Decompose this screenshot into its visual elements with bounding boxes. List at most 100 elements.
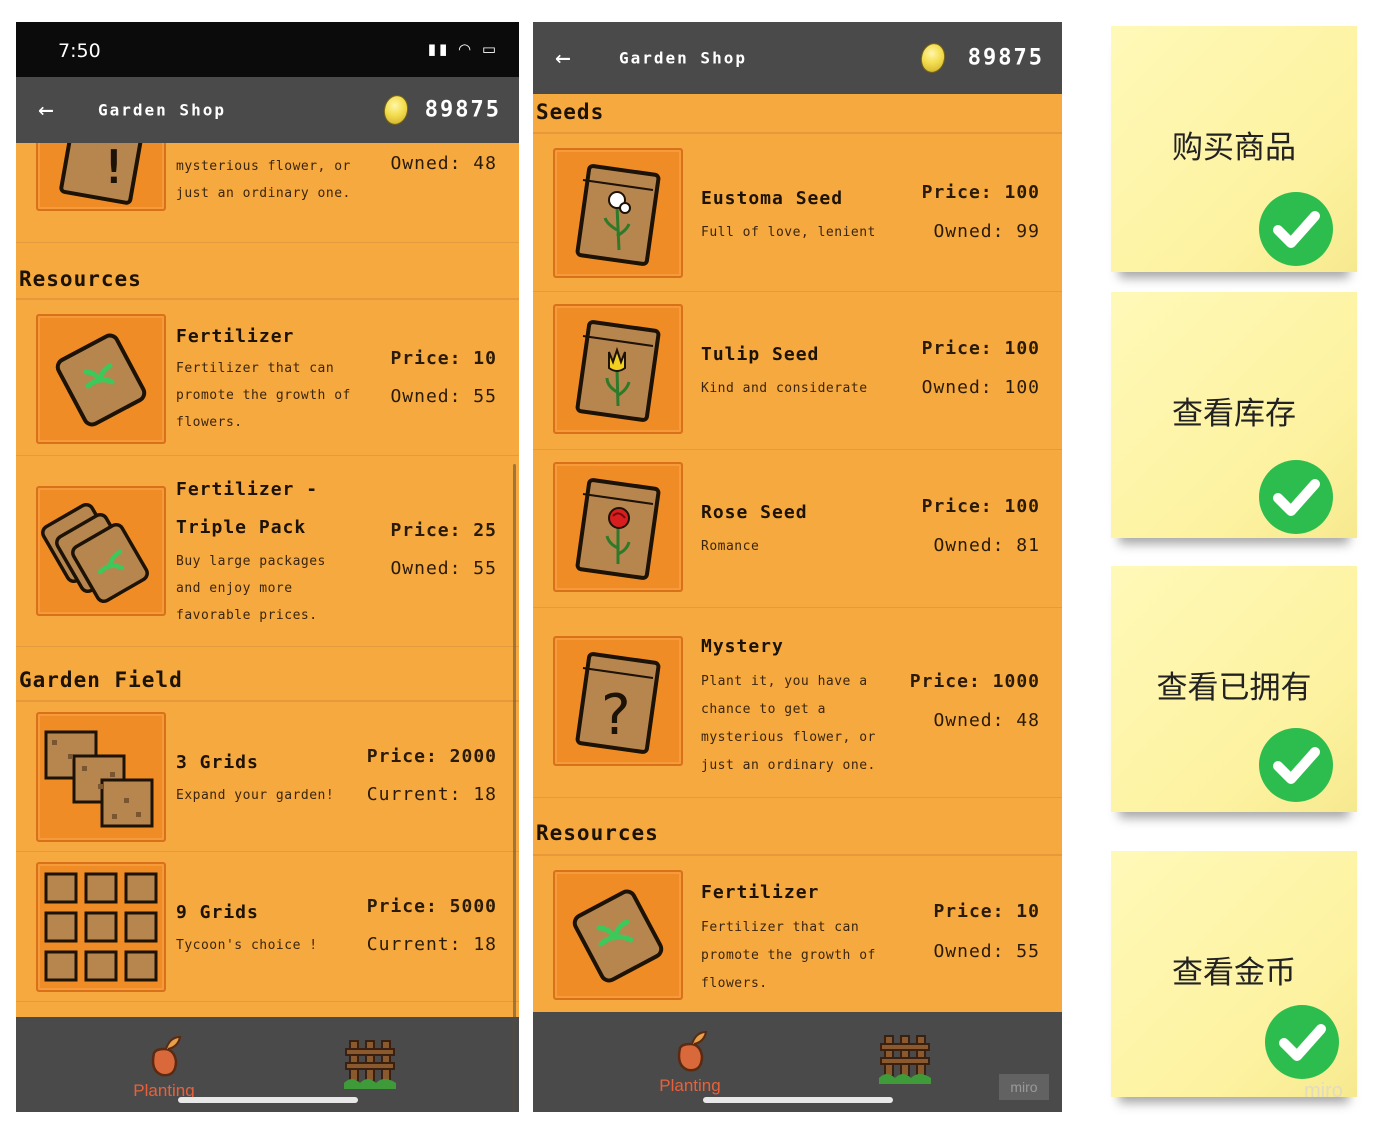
note-label: 查看已拥有 (1156, 670, 1312, 706)
list-item-eustoma-seed[interactable]: Eustoma Seed Full of love, lenient Price… (533, 134, 1062, 292)
nav-tab-label: Planting (659, 1076, 721, 1095)
row-divider (16, 646, 519, 647)
item-name: Fertilizer (701, 882, 820, 903)
item-desc-line: flowers. (176, 415, 243, 430)
list-item-3-grids[interactable]: 3 Grids Expand your garden! Price: 2000 … (16, 702, 519, 852)
miro-badge: miro (999, 1074, 1049, 1100)
section-title-garden-field: Garden Field (19, 668, 183, 692)
coin-icon (381, 92, 411, 128)
item-desc-line: flowers. (701, 976, 768, 991)
page-title: Garden Shop (619, 48, 747, 68)
back-arrow-icon[interactable]: ← (555, 43, 571, 73)
phone-screen-scrolled: 7:50 ▮▮ ◠ ▭ ← Garden Shop 89875 ! myster… (16, 22, 519, 1112)
coin-balance: 89875 (967, 45, 1044, 71)
back-arrow-icon[interactable]: ← (38, 95, 54, 125)
item-owned: Owned: 55 (933, 941, 1040, 962)
sticky-note-coins: 查看金币 (1111, 851, 1357, 1097)
item-price: Price: 5000 (366, 896, 497, 917)
item-name-line: Triple Pack (176, 517, 307, 538)
home-indicator[interactable] (703, 1097, 893, 1103)
checkmark-icon (1259, 728, 1333, 802)
checkmark-icon (1259, 192, 1333, 266)
status-bar: 7:50 ▮▮ ◠ ▭ (16, 22, 519, 77)
item-desc: Kind and considerate (701, 381, 868, 396)
item-name-line: Fertilizer - (176, 479, 319, 500)
bottom-nav: Planting (16, 1017, 519, 1112)
section-title-seeds: Seeds (536, 100, 605, 124)
bottom-nav: Planting miro (533, 1012, 1062, 1112)
fertilizer-icon (553, 870, 683, 1000)
shop-list[interactable]: ! mysterious flower, or just an ordinary… (16, 81, 519, 1017)
item-desc-line: just an ordinary one. (701, 758, 876, 773)
note-label: 查看金币 (1172, 955, 1296, 991)
miro-watermark: miro (1304, 1080, 1343, 1102)
sticky-note-owned: 查看已拥有 (1111, 566, 1357, 812)
sticky-note-purchase: 购买商品 (1111, 26, 1357, 272)
eustoma-seed-packet-icon (553, 148, 683, 278)
item-desc-line: mysterious flower, or (701, 730, 876, 745)
home-indicator[interactable] (178, 1097, 358, 1103)
list-item-fertilizer[interactable]: Fertilizer Fertilizer that can promote t… (533, 856, 1062, 1016)
checkmark-icon (1259, 460, 1333, 534)
nav-tab-planting[interactable]: Planting (104, 1031, 224, 1101)
app-header: ← Garden Shop 89875 (16, 77, 519, 143)
nav-tab-garden-fence-icon[interactable] (342, 1035, 398, 1091)
list-item-fertilizer[interactable]: Fertilizer Fertilizer that can promote t… (16, 300, 519, 456)
note-label: 购买商品 (1172, 130, 1296, 166)
list-item-rose-seed[interactable]: Rose Seed Romance Price: 100 Owned: 81 (533, 450, 1062, 608)
tulip-seed-packet-icon (553, 304, 683, 434)
mystery-seed-packet-icon: ? (553, 636, 683, 766)
item-price: Price: 2000 (366, 746, 497, 767)
item-desc: Tycoon's choice ! (176, 938, 318, 953)
item-price: Price: 100 (921, 338, 1040, 359)
section-title-resources: Resources (19, 267, 142, 291)
item-name: Mystery (701, 636, 784, 657)
item-desc-line: favorable prices. (176, 608, 318, 623)
list-item-tulip-seed[interactable]: Tulip Seed Kind and considerate Price: 1… (533, 292, 1062, 450)
item-desc-line: Fertilizer that can (701, 920, 860, 935)
item-desc-line: chance to get a (701, 702, 826, 717)
list-item-fertilizer-triple[interactable]: Fertilizer - Triple Pack Buy large packa… (16, 456, 519, 647)
app-header: ← Garden Shop 89875 (533, 22, 1062, 94)
item-name: Tulip Seed (701, 344, 820, 365)
nav-tab-planting[interactable]: Planting (630, 1026, 750, 1096)
item-owned: Owned: 99 (933, 221, 1040, 242)
row-divider (16, 242, 519, 243)
item-owned: Owned: 55 (390, 558, 497, 579)
page-title: Garden Shop (98, 100, 226, 120)
item-desc-line: promote the growth of (176, 388, 351, 403)
item-name: Fertilizer (176, 326, 295, 347)
fertilizer-icon (36, 314, 166, 444)
item-owned: Owned: 81 (933, 535, 1040, 556)
item-desc: Full of love, lenient (701, 225, 876, 240)
status-icons: ▮▮ ◠ ▭ (427, 40, 499, 58)
item-current: Current: 18 (366, 784, 497, 805)
item-price: Price: 100 (921, 182, 1040, 203)
item-owned: Owned: 55 (390, 386, 497, 407)
status-time: 7:50 (58, 40, 101, 62)
scrollbar[interactable] (513, 464, 516, 1112)
section-title-resources: Resources (536, 821, 659, 845)
shop-list[interactable]: Seeds Eustoma Seed Full of love, lenient… (533, 94, 1062, 1012)
checkmark-icon (1265, 1005, 1339, 1079)
item-owned: Owned: 100 (921, 377, 1040, 398)
list-item-mystery[interactable]: ? Mystery Plant it, you have a chance to… (533, 608, 1062, 798)
nine-grids-icon (36, 862, 166, 992)
item-owned: Owned: 48 (390, 153, 497, 174)
item-price: Price: 25 (390, 520, 497, 541)
rose-seed-packet-icon (553, 462, 683, 592)
item-price: Price: 10 (390, 348, 497, 369)
list-item-9-grids[interactable]: 9 Grids Tycoon's choice ! Price: 5000 Cu… (16, 852, 519, 1002)
fertilizer-pack-icon (36, 486, 166, 616)
nav-tab-garden-fence-icon[interactable] (877, 1030, 933, 1086)
item-desc-line: Plant it, you have a (701, 674, 868, 689)
three-grids-icon (36, 712, 166, 842)
item-price: Price: 10 (933, 901, 1040, 922)
item-desc-line: Buy large packages (176, 554, 326, 569)
item-desc-line: just an ordinary one. (176, 186, 351, 201)
item-owned: Owned: 48 (933, 710, 1040, 731)
item-price: Price: 1000 (909, 671, 1040, 692)
svg-text:!: ! (100, 140, 128, 194)
coin-icon (918, 40, 948, 76)
sticky-note-inventory: 查看库存 (1111, 292, 1357, 538)
